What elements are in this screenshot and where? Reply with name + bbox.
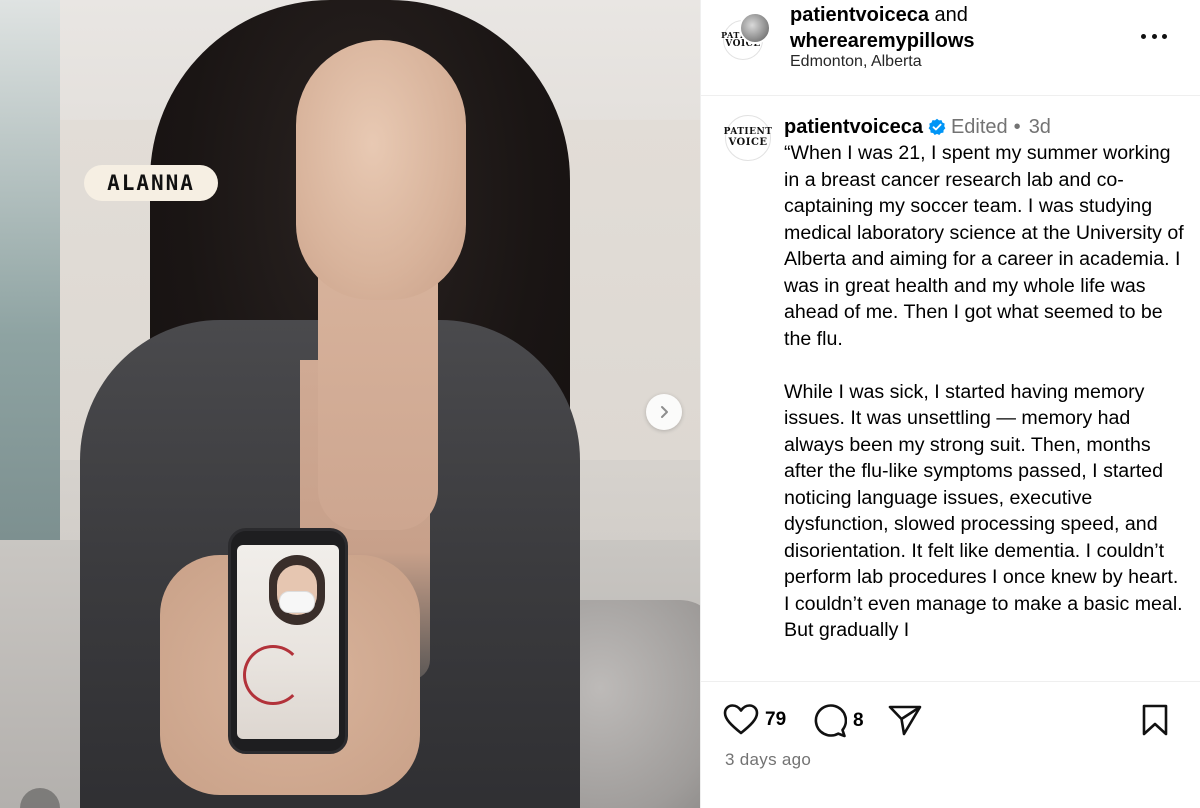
comment-count[interactable]: 8 [853, 710, 864, 732]
verified-badge-icon [928, 118, 946, 136]
more-options-icon[interactable] [1141, 26, 1167, 46]
background-window [0, 0, 60, 560]
person-neck [318, 270, 438, 530]
carousel-next-button[interactable] [646, 394, 682, 430]
account-joiner: and [934, 4, 968, 26]
phone-photo-mask [279, 591, 315, 613]
post-timestamp[interactable]: 3 days ago [725, 750, 811, 770]
action-bar: 79 8 3 days ago [701, 681, 1200, 808]
caption-meta: patientvoiceca Edited • 3d [784, 114, 1051, 140]
caption-avatar[interactable]: PATIENT VOICE [723, 115, 773, 161]
person-face [296, 40, 466, 300]
caption-paragraph-2: While I was sick, I started having memor… [784, 380, 1183, 642]
share-button[interactable] [888, 704, 922, 736]
share-send-icon [888, 705, 922, 736]
save-button[interactable] [1141, 704, 1169, 736]
phone-photo-tubes [243, 645, 303, 705]
caption-time[interactable]: 3d [1029, 114, 1051, 140]
chevron-right-icon [661, 406, 668, 418]
header-accounts: patientvoiceca and wherearemypillows [790, 2, 975, 54]
caption-avatar-text-top: PATIENT [723, 127, 773, 137]
edited-label: Edited [950, 116, 1008, 138]
comment-icon [814, 704, 847, 738]
post-panel: PATIENT VOICE patientvoiceca and wherear… [700, 0, 1200, 808]
caption-avatar-text-bottom: VOICE [728, 137, 768, 148]
post-image[interactable]: ALANNA [0, 0, 700, 808]
location-link[interactable]: Edmonton, Alberta [790, 53, 922, 71]
account-collab-link[interactable]: wherearemypillows [790, 30, 975, 52]
meta-separator: • [1013, 116, 1021, 138]
heart-icon [723, 704, 759, 735]
post-caption: PATIENT VOICE patientvoiceca Edited • 3d… [701, 97, 1200, 681]
caption-username-link[interactable]: patientvoiceca [784, 114, 923, 140]
like-button[interactable]: 79 [723, 704, 786, 736]
account-primary-link[interactable]: patientvoiceca [790, 4, 929, 26]
like-count[interactable]: 79 [765, 709, 786, 731]
held-phone [228, 528, 348, 754]
held-phone-screen [237, 545, 339, 739]
comment-button[interactable]: 8 [813, 704, 864, 738]
post-header: PATIENT VOICE patientvoiceca and wherear… [701, 0, 1200, 96]
collab-avatar[interactable] [739, 12, 771, 44]
caption-paragraph-1: “When I was 21, I spent my summer workin… [784, 142, 1184, 350]
bookmark-icon [1142, 704, 1168, 736]
name-tag: ALANNA [84, 165, 218, 201]
caption-text: “When I was 21, I spent my summer workin… [784, 140, 1184, 644]
